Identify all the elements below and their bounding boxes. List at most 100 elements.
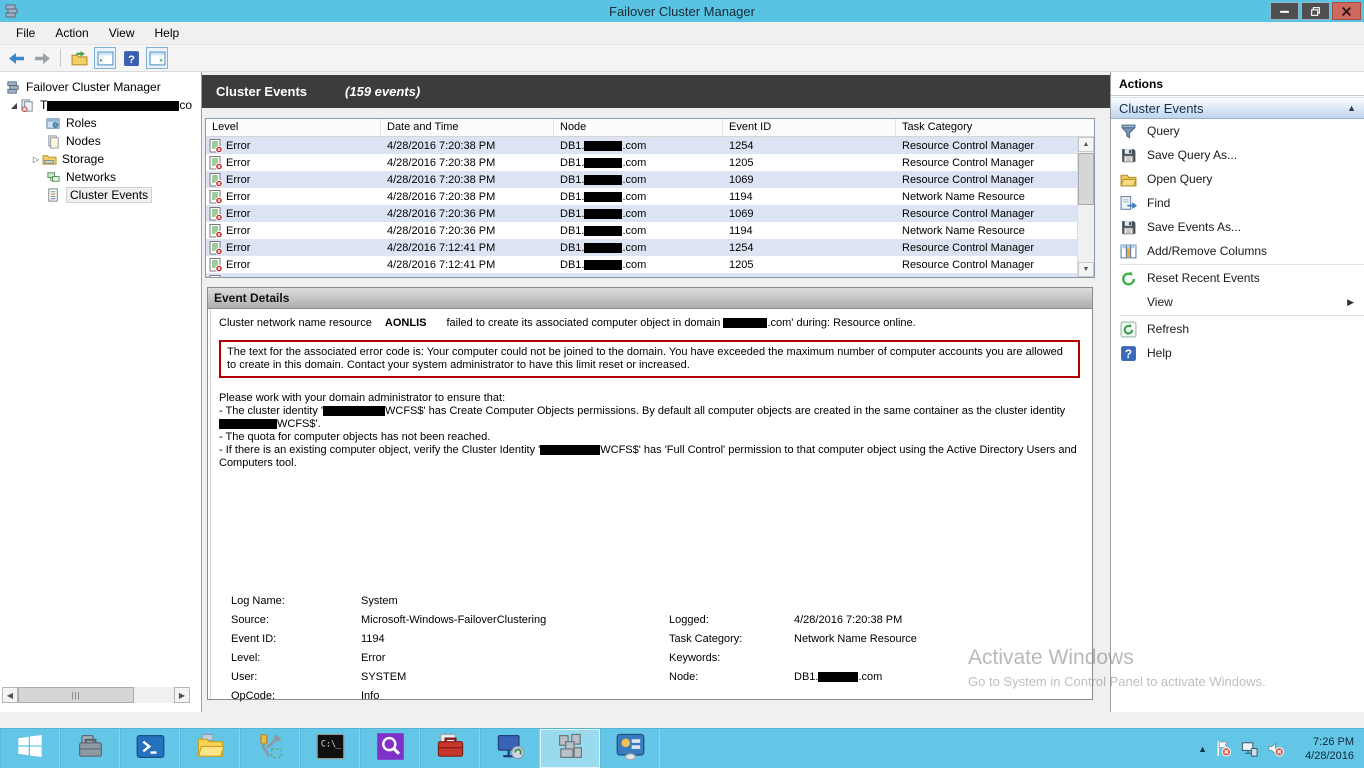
taskbar-powershell[interactable] [120, 729, 180, 768]
red-toolbox-icon [436, 732, 465, 766]
tree-item-roles[interactable]: Roles [0, 114, 201, 132]
error-icon [209, 240, 223, 255]
help-icon[interactable]: ? [120, 47, 142, 69]
table-row[interactable]: Error 4/28/2016 7:20:36 PM DB1. .com 1194 Net… [206, 222, 1077, 239]
actions-section-header[interactable]: Cluster Events ▲ [1111, 97, 1364, 119]
taskbar-file-explorer[interactable] [180, 729, 240, 768]
table-row[interactable]: Error 4/28/2016 7:20:36 PM DB1. .com 1069 Res… [206, 205, 1077, 222]
table-row[interactable]: Error 4/28/2016 7:20:38 PM DB1. .com 1254 Res… [206, 137, 1077, 154]
tree-item-networks[interactable]: Networks [0, 168, 201, 186]
taskbar-clock[interactable]: 7:26 PM 4/28/2016 [1292, 735, 1354, 763]
action-view[interactable]: View ▶ [1111, 290, 1364, 314]
table-row[interactable]: Error 4/28/2016 7:12:41 PM DB1. .com 1205 Res… [206, 256, 1077, 273]
collapse-expander-icon[interactable]: ◢ [8, 101, 20, 110]
table-row[interactable]: Error4/28/2016 7:12:41 PMDB1..com1069Res… [206, 273, 1077, 277]
menu-file[interactable]: File [6, 24, 45, 42]
minimize-button[interactable] [1270, 2, 1299, 20]
tree-horizontal-scrollbar[interactable]: ◀ ||| ▶ [2, 687, 190, 703]
action-reset-recent-events[interactable]: Reset Recent Events [1111, 266, 1364, 290]
field-keywords: Keywords: [669, 652, 721, 664]
console-tree-panel: Failover Cluster Manager ◢ Tco Roles Nodes ▷ S… [0, 72, 202, 712]
error-icon [209, 138, 223, 153]
table-row[interactable]: Error 4/28/2016 7:12:41 PM DB1. .com 1254 Res… [206, 239, 1077, 256]
event-summary-text: Cluster network name resource AONLIS fail… [219, 317, 916, 329]
title-bar: Failover Cluster Manager [0, 0, 1364, 22]
collapse-icon[interactable]: ▲ [1347, 103, 1356, 113]
action-help[interactable]: ? Help [1111, 341, 1364, 365]
results-pane: Cluster Events (159 events) Level Date an… [202, 72, 1111, 712]
scroll-thumb[interactable]: ||| [18, 687, 134, 703]
field-level: Level: Error [231, 652, 386, 664]
taskbar-toolbox[interactable] [420, 729, 480, 768]
column-header-node[interactable]: Node [554, 119, 723, 136]
column-header-level[interactable]: Level [206, 119, 381, 136]
back-icon[interactable] [5, 47, 27, 69]
taskbar: C:\_ ▲ 7:26 PM 4/28/2016 [0, 728, 1364, 768]
taskbar-server-manager[interactable] [60, 729, 120, 768]
admin-tools-icon [256, 732, 285, 766]
clock-date: 4/28/2016 [1305, 749, 1354, 762]
forward-icon[interactable] [31, 47, 53, 69]
expander-icon[interactable]: ▷ [30, 155, 42, 164]
console-tree-toggle-icon[interactable] [94, 47, 116, 69]
networks-icon [46, 170, 61, 185]
scroll-right-icon[interactable]: ▶ [174, 687, 190, 703]
error-icon [209, 223, 223, 238]
action-query[interactable]: Query [1111, 119, 1364, 143]
action-center-flag-icon[interactable] [1214, 739, 1233, 758]
volume-icon[interactable] [1266, 739, 1285, 758]
tree-item-storage[interactable]: ▷ Storage [0, 150, 201, 168]
action-find[interactable]: Find [1111, 191, 1364, 215]
field-source: Source: Microsoft-Windows-FailoverCluster… [231, 614, 547, 626]
action-refresh[interactable]: Refresh [1111, 317, 1364, 341]
scroll-up-icon[interactable]: ▲ [1078, 137, 1094, 152]
column-header-date-and-time[interactable]: Date and Time [381, 119, 554, 136]
nodes-icon [46, 134, 61, 149]
window-title: Failover Cluster Manager [609, 3, 755, 19]
taskbar-command-prompt[interactable]: C:\_ [300, 729, 360, 768]
results-header: Cluster Events (159 events) [202, 75, 1110, 108]
save-icon [1120, 219, 1137, 236]
action-save-query-as[interactable]: Save Query As... [1111, 143, 1364, 167]
table-header-row: Level Date and Time Node Event ID Task Categ… [206, 119, 1094, 137]
roles-icon [46, 116, 61, 131]
taskbar-display-settings[interactable] [600, 729, 660, 768]
taskbar-remote-desktop[interactable] [480, 729, 540, 768]
table-row[interactable]: Error 4/28/2016 7:20:38 PM DB1. .com 1205 Res… [206, 154, 1077, 171]
restore-button[interactable] [1301, 2, 1330, 20]
taskbar-failover-cluster-manager[interactable] [540, 729, 600, 768]
tree-item-cluster-events[interactable]: Cluster Events [0, 186, 201, 204]
column-header-task-category[interactable]: Task Category [896, 119, 1094, 136]
actions-pane: Actions Cluster Events ▲ Query Save Query… [1111, 72, 1364, 712]
table-row[interactable]: Error 4/28/2016 7:20:38 PM DB1. .com 1069 Res… [206, 171, 1077, 188]
network-icon[interactable] [1240, 739, 1259, 758]
taskbar-administrative-tools[interactable] [240, 729, 300, 768]
scroll-down-icon[interactable]: ▼ [1078, 262, 1094, 277]
column-header-event-id[interactable]: Event ID [723, 119, 896, 136]
scroll-left-icon[interactable]: ◀ [2, 687, 18, 703]
menu-view[interactable]: View [99, 24, 145, 42]
table-vertical-scrollbar[interactable]: ▲ ▼ [1077, 137, 1094, 277]
tray-expand-icon[interactable]: ▲ [1198, 744, 1207, 754]
powershell-icon [136, 732, 165, 766]
remote-icon [496, 732, 525, 766]
tree-root[interactable]: Failover Cluster Manager [0, 78, 201, 96]
toolbar: ? [0, 45, 1364, 72]
action-add-remove-columns[interactable]: Add/Remove Columns [1111, 239, 1364, 263]
error-icon [209, 172, 223, 187]
action-pane-toggle-icon[interactable] [146, 47, 168, 69]
storage-icon [42, 152, 57, 167]
action-open-query[interactable]: Open Query [1111, 167, 1364, 191]
export-list-icon[interactable] [68, 47, 90, 69]
close-button[interactable] [1332, 2, 1361, 20]
cmd-icon: C:\_ [316, 732, 345, 766]
menu-help[interactable]: Help [145, 24, 190, 42]
menu-action[interactable]: Action [45, 24, 98, 42]
table-row[interactable]: Error 4/28/2016 7:20:38 PM DB1. .com 1194 Net… [206, 188, 1077, 205]
scroll-thumb[interactable] [1078, 153, 1094, 205]
taskbar-start[interactable] [0, 729, 60, 768]
action-save-events-as[interactable]: Save Events As... [1111, 215, 1364, 239]
tree-cluster-node[interactable]: ◢ Tco [0, 96, 201, 114]
tree-item-nodes[interactable]: Nodes [0, 132, 201, 150]
taskbar-search[interactable] [360, 729, 420, 768]
